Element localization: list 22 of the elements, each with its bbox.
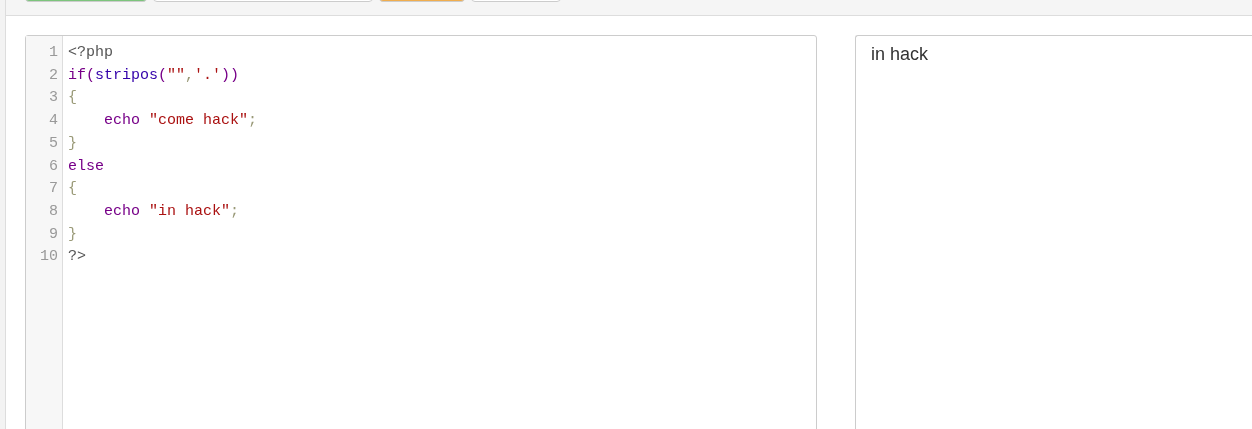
code-line: echo "in hack"; — [103, 201, 241, 222]
code-line: <?php — [68, 43, 114, 63]
output-text: in hack — [871, 44, 929, 65]
line-number: 9 — [48, 224, 59, 245]
code-line: { — [68, 88, 78, 109]
code-editor[interactable]: 1 2 3 4 5 6 7 8 9 10 <?php if(stripos("",'.')) { echo "come hack"; } else { echo "in hack"; } ?> — [25, 35, 817, 429]
line-number: 10 — [39, 247, 59, 268]
code-line: else — [68, 156, 105, 177]
line-number: 2 — [48, 65, 59, 86]
code-line: } — [68, 224, 78, 245]
line-number: 3 — [48, 88, 59, 109]
line-number: 4 — [48, 111, 59, 132]
code-line: if(stripos("",'.')) — [68, 65, 241, 86]
line-number: 1 — [48, 43, 59, 63]
code-line: ?> — [68, 247, 87, 268]
code-line: } — [68, 133, 78, 154]
line-number: 5 — [48, 133, 59, 154]
line-number: 7 — [48, 179, 59, 200]
code-line: { — [68, 179, 78, 200]
line-number: 8 — [48, 201, 59, 222]
line-number: 6 — [48, 156, 59, 177]
code-line: echo "come hack"; — [103, 111, 258, 132]
